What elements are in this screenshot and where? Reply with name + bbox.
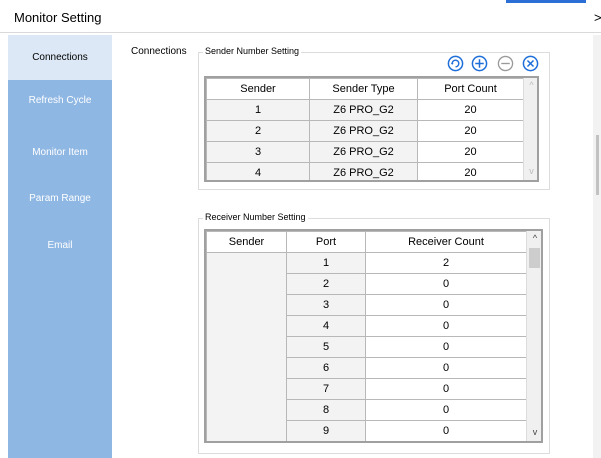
- port-count-cell[interactable]: 20: [417, 162, 524, 180]
- sender-cell[interactable]: 4: [206, 162, 310, 180]
- receiver-count-cell[interactable]: 0: [365, 399, 527, 421]
- receiver-table: Sender Port Receiver Count 1 2 2 0 3 0 4…: [206, 231, 527, 441]
- receiver-count-cell[interactable]: 0: [365, 420, 527, 441]
- port-cell[interactable]: 1: [286, 252, 366, 274]
- column-header-sender-type[interactable]: Sender Type: [309, 78, 418, 100]
- port-count-cell[interactable]: 20: [417, 99, 524, 121]
- receiver-table-scrollbar[interactable]: ^ v: [526, 231, 541, 441]
- sender-type-cell[interactable]: Z6 PRO_G2: [309, 162, 418, 180]
- receiver-count-cell[interactable]: 0: [365, 315, 527, 337]
- sidebar-item-refresh-cycle[interactable]: Refresh Cycle: [8, 95, 112, 106]
- table-row[interactable]: 1 2: [206, 252, 527, 441]
- delete-icon[interactable]: [522, 55, 539, 72]
- receiver-count-cell[interactable]: 0: [365, 273, 527, 295]
- column-header-port[interactable]: Port: [286, 231, 366, 253]
- refresh-icon[interactable]: [447, 55, 464, 72]
- port-cell[interactable]: 5: [286, 336, 366, 358]
- receiver-table-header: Sender Port Receiver Count: [206, 231, 527, 253]
- scroll-up-icon[interactable]: ^: [527, 233, 541, 243]
- page-scrollbar[interactable]: [593, 35, 601, 458]
- table-row[interactable]: 3 Z6 PRO_G2 20: [206, 141, 524, 163]
- table-row[interactable]: 1 Z6 PRO_G2 20: [206, 99, 524, 121]
- receiver-count-cell[interactable]: 0: [365, 294, 527, 316]
- port-cell[interactable]: 3: [286, 294, 366, 316]
- close-button[interactable]: >: [594, 10, 601, 25]
- scrollbar-thumb[interactable]: [529, 248, 540, 268]
- sender-cell[interactable]: 2: [206, 120, 310, 142]
- sidebar-item-param-range[interactable]: Param Range: [8, 193, 112, 204]
- title-bar: Monitor Setting >: [0, 0, 601, 33]
- port-cell[interactable]: 9: [286, 420, 366, 441]
- port-count-cell[interactable]: 20: [417, 120, 524, 142]
- receiver-count-cell[interactable]: 0: [365, 336, 527, 358]
- port-cell[interactable]: 8: [286, 399, 366, 421]
- section-label: Connections: [131, 46, 187, 57]
- sidebar-item-email[interactable]: Email: [8, 240, 112, 251]
- scroll-down-icon[interactable]: v: [524, 166, 537, 176]
- column-header-sender[interactable]: Sender: [206, 78, 310, 100]
- sender-type-cell[interactable]: Z6 PRO_G2: [309, 120, 418, 142]
- sender-type-cell[interactable]: Z6 PRO_G2: [309, 99, 418, 121]
- port-cell[interactable]: 4: [286, 315, 366, 337]
- table-row[interactable]: 2 Z6 PRO_G2 20: [206, 120, 524, 142]
- sender-group-legend: Sender Number Setting: [203, 46, 302, 56]
- port-cell[interactable]: 2: [286, 273, 366, 295]
- receiver-count-cell[interactable]: 0: [365, 378, 527, 400]
- column-header-receiver-count[interactable]: Receiver Count: [365, 231, 527, 253]
- sender-table: Sender Sender Type Port Count 1 Z6 PRO_G…: [206, 78, 524, 180]
- sidebar-item-monitor-item[interactable]: Monitor Item: [8, 147, 112, 158]
- add-icon[interactable]: [471, 55, 488, 72]
- window-title: Monitor Setting: [14, 10, 102, 25]
- sender-cell[interactable]: 3: [206, 141, 310, 163]
- receiver-group-legend: Receiver Number Setting: [203, 212, 308, 222]
- sidebar: Connections Refresh Cycle Monitor Item P…: [8, 35, 112, 458]
- sender-table-container: Sender Sender Type Port Count 1 Z6 PRO_G…: [204, 76, 539, 182]
- sender-table-header: Sender Sender Type Port Count: [206, 78, 524, 100]
- column-header-sender[interactable]: Sender: [206, 231, 287, 253]
- receiver-count-cell[interactable]: 2: [365, 252, 527, 274]
- column-header-port-count[interactable]: Port Count: [417, 78, 524, 100]
- page-scrollbar-thumb[interactable]: [596, 135, 599, 195]
- scroll-up-icon[interactable]: ^: [524, 80, 537, 90]
- remove-icon[interactable]: [497, 55, 514, 72]
- scroll-down-icon[interactable]: v: [527, 427, 541, 437]
- port-count-cell[interactable]: 20: [417, 141, 524, 163]
- title-accent-line: [506, 0, 586, 3]
- port-cell[interactable]: 7: [286, 378, 366, 400]
- sender-type-cell[interactable]: Z6 PRO_G2: [309, 141, 418, 163]
- sender-cell[interactable]: 1: [206, 99, 310, 121]
- sender-table-scrollbar[interactable]: ^ v: [523, 78, 537, 180]
- sidebar-item-connections[interactable]: Connections: [8, 35, 112, 80]
- table-row[interactable]: 4 Z6 PRO_G2 20: [206, 162, 524, 180]
- sender-merged-cell[interactable]: [206, 252, 287, 441]
- port-cell[interactable]: 6: [286, 357, 366, 379]
- receiver-table-container: Sender Port Receiver Count 1 2 2 0 3 0 4…: [204, 229, 543, 443]
- receiver-count-cell[interactable]: 0: [365, 357, 527, 379]
